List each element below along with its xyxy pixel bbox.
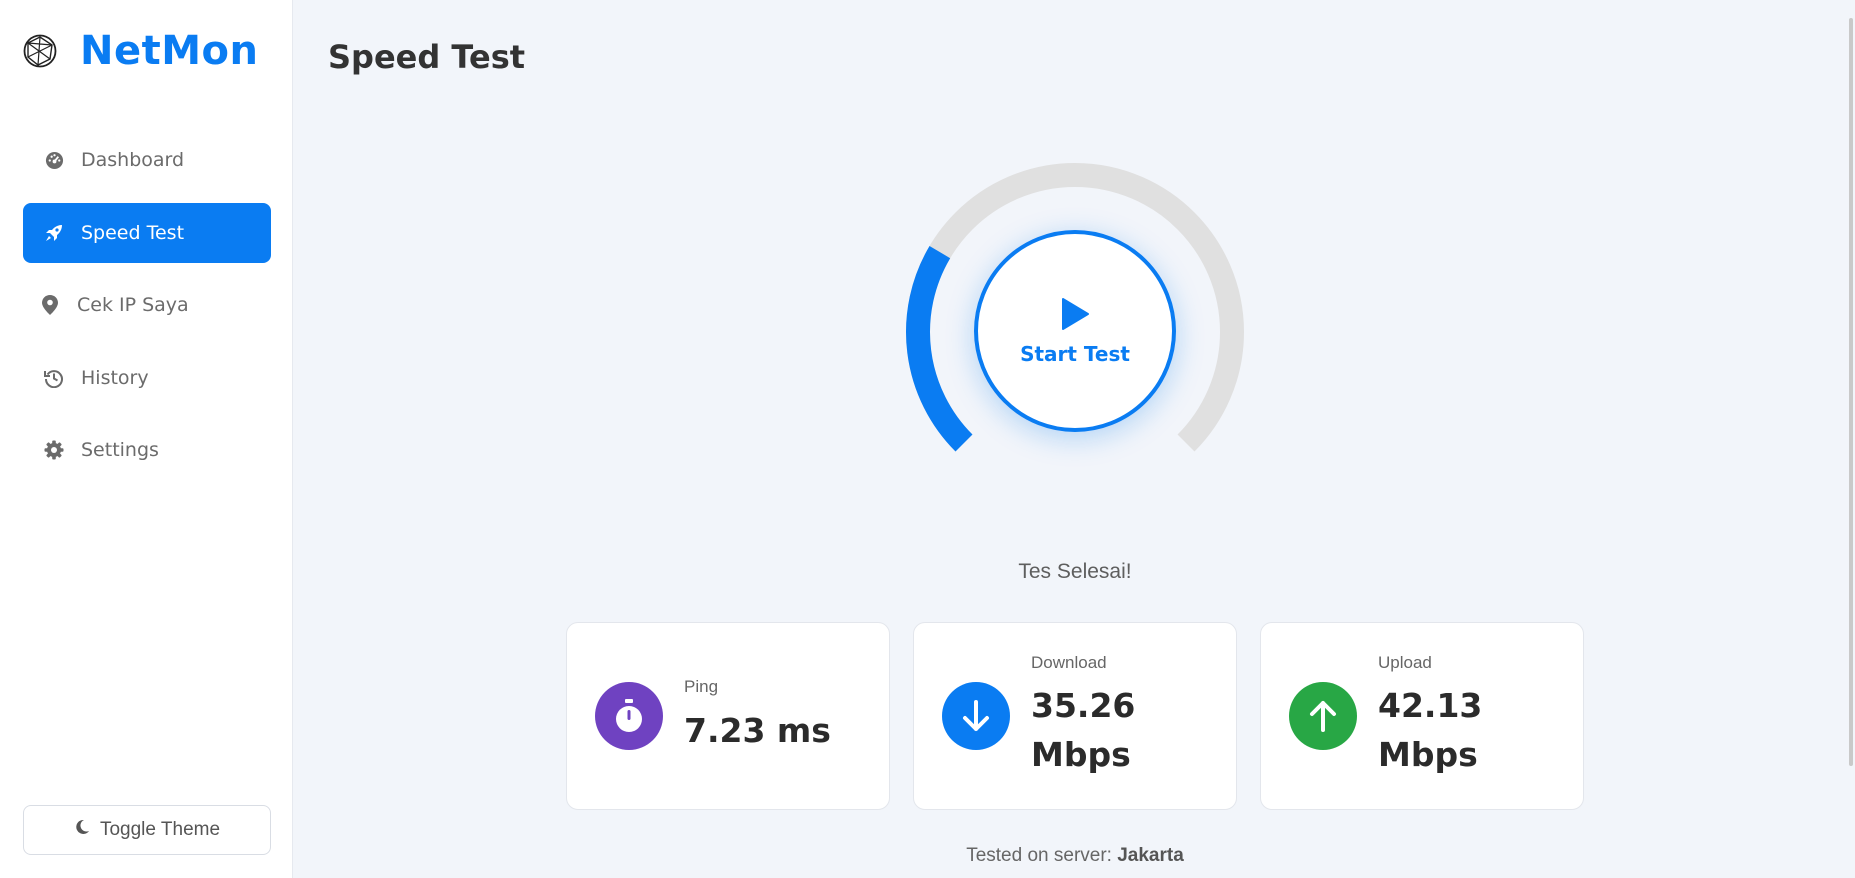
ping-label: Ping	[684, 677, 719, 696]
play-icon	[1060, 297, 1090, 336]
upload-value-number: 42.13	[1378, 686, 1483, 725]
sidebar-item-cek-ip-saya[interactable]: Cek IP Saya	[23, 275, 271, 335]
history-icon	[43, 367, 65, 389]
sidebar-item-label: Speed Test	[81, 221, 185, 244]
sidebar-item-history[interactable]: History	[23, 348, 271, 408]
ping-card: Ping 7.23 ms	[566, 622, 890, 810]
app-name: NetMon	[80, 28, 259, 74]
sidebar-item-speed-test[interactable]: Speed Test	[23, 202, 271, 263]
upload-label: Upload	[1378, 653, 1432, 672]
upload-value-unit: Mbps	[1378, 735, 1478, 774]
app-window: NetMon Dashboard Speed Test Cek IP Saya	[0, 0, 1855, 878]
ping-value: 7.23 ms	[684, 711, 831, 750]
server-info: Tested on server: Jakarta	[880, 845, 1270, 867]
start-test-label: Start Test	[1020, 341, 1130, 366]
toggle-theme-label: Toggle Theme	[99, 819, 221, 840]
download-card: Download 35.26 Mbps	[913, 622, 1237, 810]
sidebar-item-label: Cek IP Saya	[77, 294, 189, 316]
map-pin-icon	[39, 294, 61, 316]
sidebar-nav: Dashboard Speed Test Cek IP Saya History	[23, 130, 271, 493]
globe-network-icon	[23, 34, 57, 68]
server-prefix: Tested on server:	[966, 845, 1112, 866]
test-status: Tes Selesai!	[1018, 560, 1132, 583]
dashboard-gauge-icon	[43, 149, 65, 171]
start-test-button[interactable]: Start Test	[974, 230, 1176, 432]
upload-card: Upload 42.13 Mbps	[1260, 622, 1584, 810]
sidebar-item-dashboard[interactable]: Dashboard	[23, 130, 271, 190]
sidebar-item-settings[interactable]: Settings	[23, 420, 271, 480]
download-label: Download	[1031, 653, 1107, 672]
page-scrollbar[interactable]	[1849, 18, 1853, 766]
brand[interactable]: NetMon	[22, 28, 259, 74]
sidebar-item-label: History	[81, 366, 149, 389]
arrow-down-icon	[942, 682, 1010, 750]
download-value-unit: Mbps	[1031, 735, 1131, 774]
stopwatch-icon	[595, 682, 663, 750]
sidebar-item-label: Settings	[81, 439, 159, 461]
arrow-up-icon	[1289, 682, 1357, 750]
sidebar: NetMon Dashboard Speed Test Cek IP Saya	[0, 0, 293, 878]
moon-icon	[74, 819, 90, 841]
gauge-progress	[906, 245, 973, 452]
sidebar-item-label: Dashboard	[81, 149, 185, 171]
download-value-number: 35.26	[1031, 686, 1136, 725]
gear-icon	[43, 439, 65, 461]
toggle-theme-button[interactable]: Toggle Theme	[23, 805, 271, 855]
rocket-icon	[43, 222, 65, 244]
server-name: Jakarta	[1117, 845, 1184, 866]
page-title: Speed Test	[328, 38, 526, 76]
